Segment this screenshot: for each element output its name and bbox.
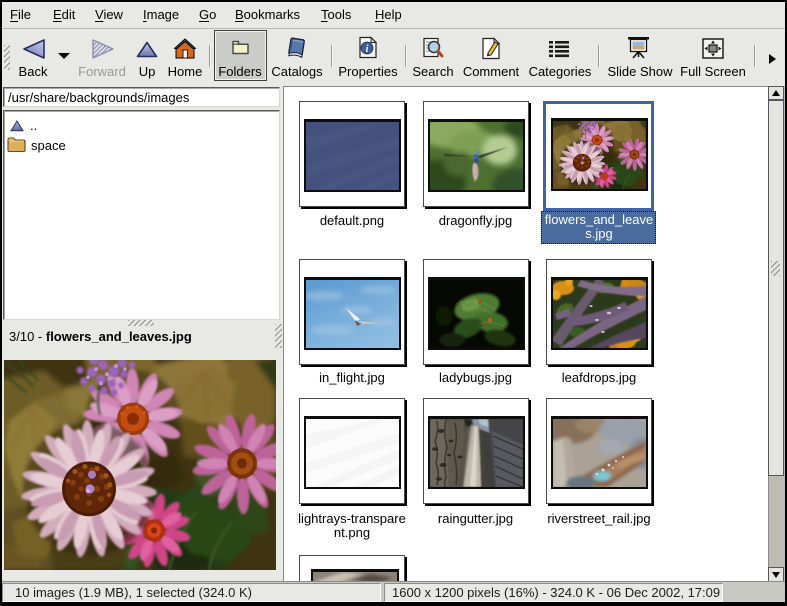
svg-text:i: i xyxy=(366,44,369,55)
